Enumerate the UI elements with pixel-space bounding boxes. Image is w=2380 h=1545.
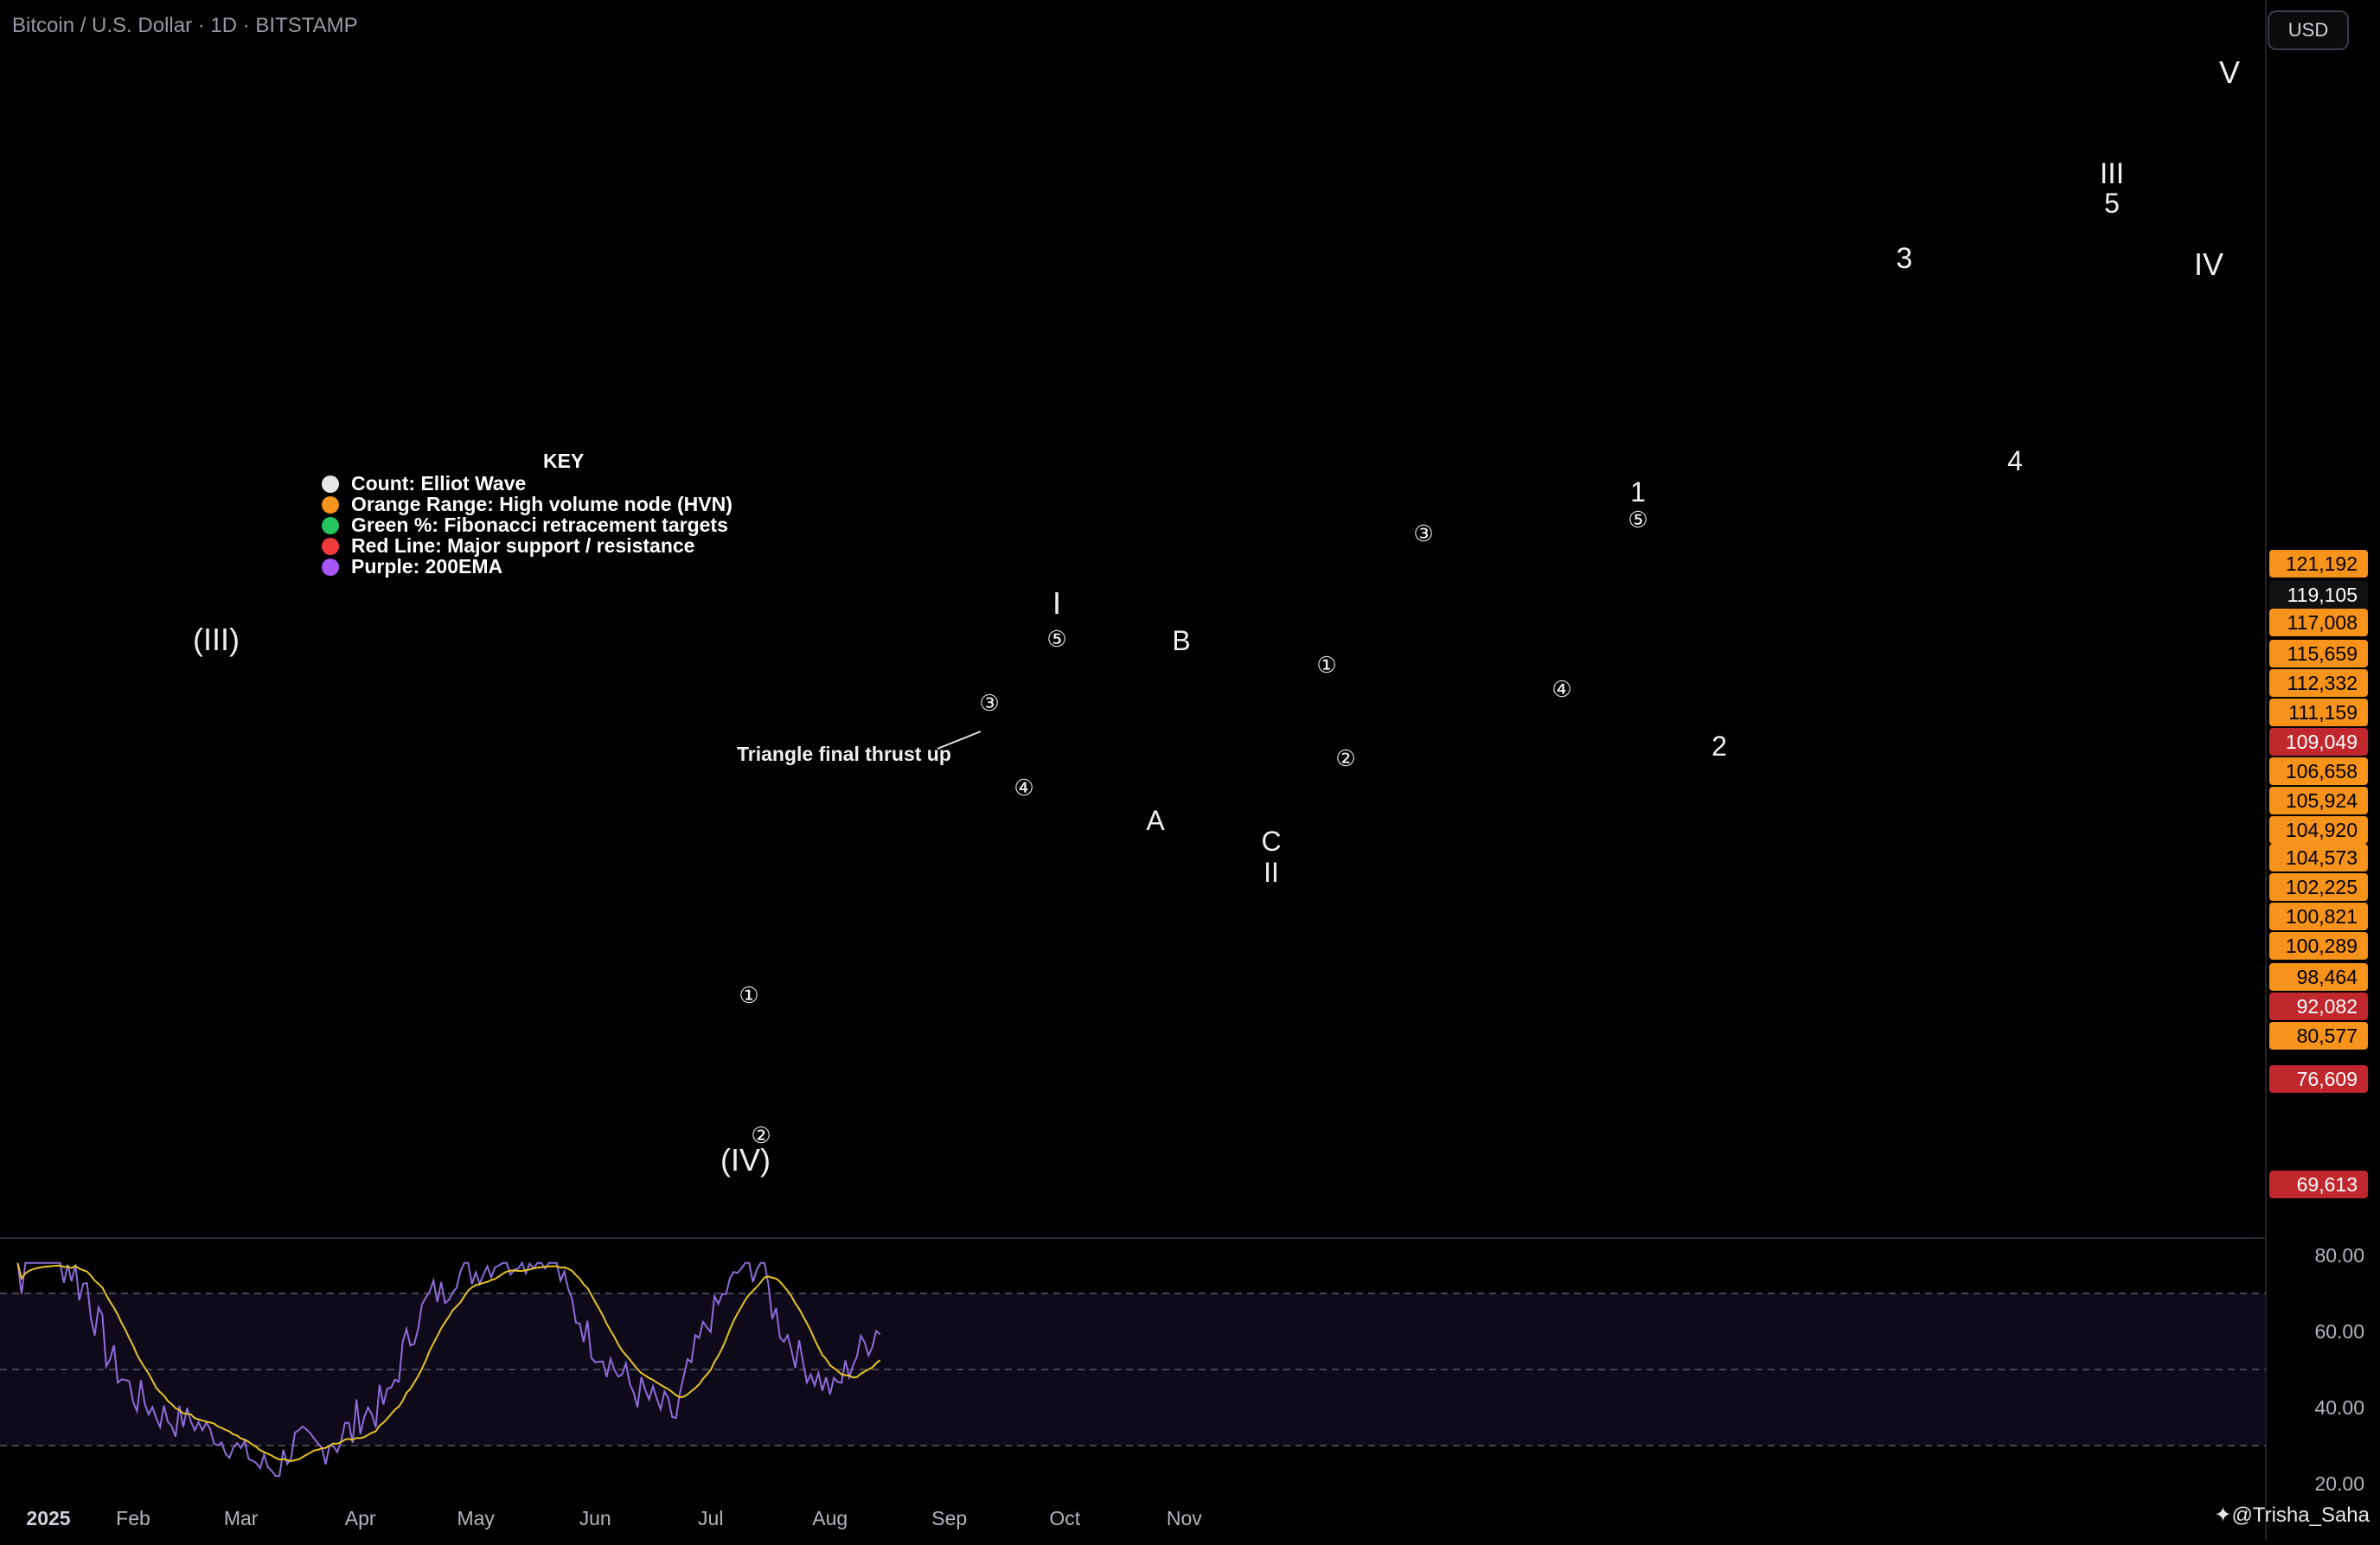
price-tag-label: 104,573 <box>2286 846 2358 869</box>
circled-wave-label: ④ <box>1014 775 1033 801</box>
rsi-tick-label: 80.00 <box>2314 1244 2364 1267</box>
price-tag-label: 115,659 <box>2287 642 2358 665</box>
circled-wave-label: ④ <box>1551 676 1571 702</box>
key-item-sr: Red Line: Major support / resistance <box>322 534 694 558</box>
price-tag-label: 80,577 <box>2297 1025 2358 1047</box>
price-tag-label: 111,159 <box>2288 701 2358 724</box>
circled-wave-label: ① <box>739 982 758 1008</box>
circled-wave-label: ⑤ <box>1628 507 1647 533</box>
wave-label: V <box>2219 54 2240 90</box>
price-chart[interactable]: R5 (161537)R4 (151962)R3 (142387)R2 (132… <box>0 0 2380 1541</box>
time-tick-label: Sep <box>931 1507 967 1529</box>
key-item-fib: Green %: Fibonacci retracement targets <box>322 514 728 537</box>
time-tick-label: Jun <box>579 1507 611 1529</box>
key-dot <box>322 558 339 576</box>
wave-label: C <box>1261 826 1281 857</box>
circled-wave-label: ② <box>1335 745 1355 771</box>
triangle-note-label: Triangle final thrust up <box>737 743 951 765</box>
wave-label: B <box>1172 625 1190 656</box>
wave-labels: (III)(IV)IIIABC12345IIIIVV①②③④⑤①②③④⑤Tria… <box>193 54 2240 1178</box>
author-watermark: ✦@Trisha_Saha <box>2214 1504 2370 1527</box>
time-tick-label: May <box>457 1507 495 1529</box>
wave-label: I <box>1052 585 1061 621</box>
wave-label: III <box>2100 157 2124 190</box>
circled-wave-label: ③ <box>1413 520 1433 546</box>
key-dot <box>322 475 339 493</box>
wave-label: 2 <box>1711 731 1727 762</box>
time-tick-label: Oct <box>1049 1507 1080 1529</box>
rsi-tick-label: 60.00 <box>2314 1320 2364 1343</box>
price-tag-label: 98,464 <box>2297 966 2358 988</box>
price-tag-label: 117,008 <box>2287 611 2358 634</box>
price-tag-label: 109,049 <box>2286 731 2358 753</box>
wave-label: II <box>1264 857 1279 888</box>
key-dot <box>322 495 339 514</box>
rsi-tick-label: 40.00 <box>2314 1396 2364 1419</box>
rsi-tick-label: 20.00 <box>2314 1472 2364 1495</box>
key-dot <box>322 516 339 534</box>
time-tick-label: Feb <box>116 1507 150 1529</box>
rsi-pane: 80.00 60.00 40.00 20.00 <box>0 1244 2364 1495</box>
key-item-wave: Count: Elliot Wave <box>322 472 526 495</box>
price-tag-label: 100,821 <box>2286 905 2358 928</box>
price-tag-label: 105,924 <box>2286 789 2358 812</box>
wave-label: A <box>1146 805 1165 836</box>
wave-label: (III) <box>193 622 240 657</box>
logo-icon: ✦ <box>2214 1504 2232 1527</box>
price-tag-label: 104,920 <box>2286 819 2358 841</box>
time-tick-label: Nov <box>1167 1507 1202 1529</box>
key-item-hvn: Orange Range: High volume node (HVN) <box>322 493 733 516</box>
price-tag-label: 69,613 <box>2297 1173 2358 1196</box>
time-tick-label: 2025 <box>26 1507 70 1529</box>
price-tag-label: 112,332 <box>2287 672 2358 694</box>
circled-wave-label: ① <box>1316 652 1336 678</box>
key-dot <box>322 537 339 555</box>
circled-wave-label: ⑤ <box>1046 626 1066 652</box>
wave-label: 1 <box>1630 476 1646 508</box>
wave-label: 3 <box>1897 242 1913 275</box>
time-tick-label: Aug <box>812 1507 848 1529</box>
time-tick-label: Apr <box>345 1507 376 1529</box>
wave-label: 5 <box>2104 188 2120 219</box>
key-title: KEY <box>543 450 585 472</box>
key-item-ema: Purple: 200EMA <box>322 555 502 578</box>
circled-wave-label: ② <box>751 1122 771 1148</box>
price-tag-label: 92,082 <box>2297 995 2358 1018</box>
circled-wave-label: ③ <box>979 690 999 716</box>
price-tag-label: 119,105 <box>2287 584 2358 606</box>
price-tag-label: 102,225 <box>2286 876 2358 898</box>
price-tag-label: 121,192 <box>2286 552 2358 575</box>
currency-button[interactable]: USD <box>2268 10 2349 50</box>
time-tick-label: Mar <box>224 1507 259 1529</box>
price-tag-label: 106,658 <box>2286 760 2358 782</box>
price-tag-label: 76,609 <box>2297 1068 2358 1090</box>
price-tag-label: 100,289 <box>2286 935 2358 957</box>
time-tick-label: Jul <box>698 1507 723 1529</box>
wave-label: 4 <box>2007 445 2023 476</box>
chart-title: Bitcoin / U.S. Dollar · 1D · BITSTAMP <box>12 14 358 37</box>
wave-label: IV <box>2194 246 2223 282</box>
